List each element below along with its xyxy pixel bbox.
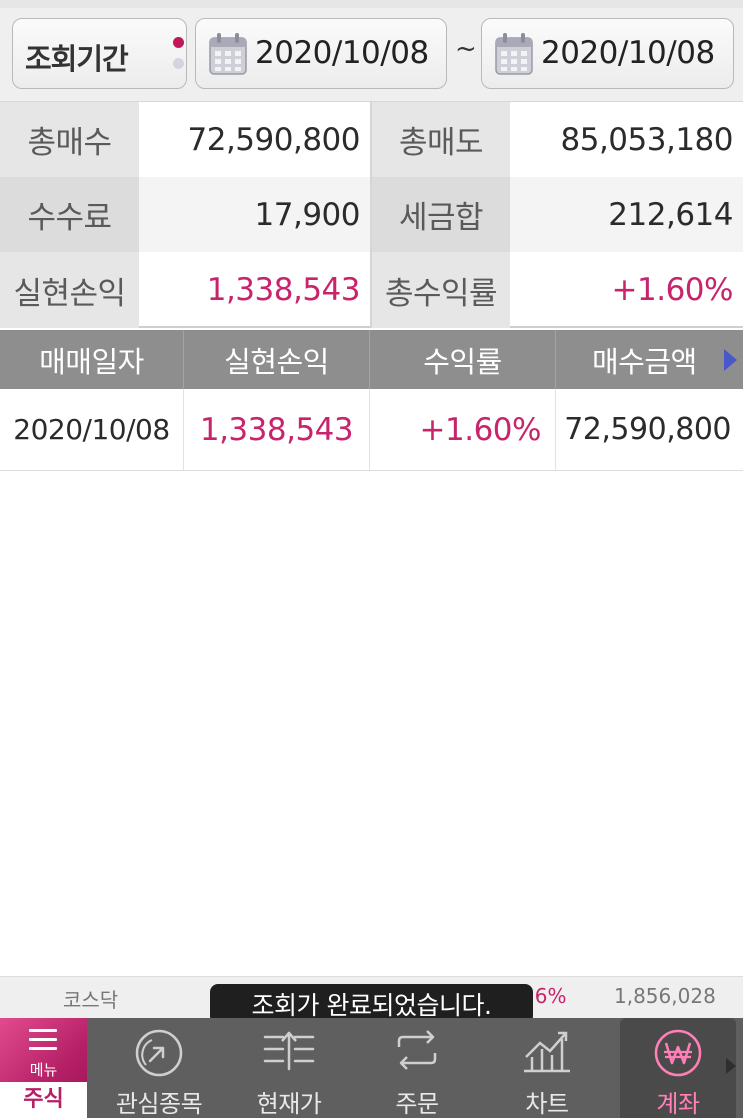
calendar-icon [209, 33, 247, 75]
period-indicator-active [173, 37, 184, 48]
nav-account-label: 계좌 [656, 1090, 700, 1118]
from-date-button[interactable]: 2020/10/08 [195, 18, 447, 89]
cell-trade-date: 2020/10/08 [0, 389, 184, 470]
nav-account[interactable]: 계좌 [620, 1018, 736, 1118]
stock-tab[interactable]: 주식 [0, 1082, 87, 1118]
order-icon [397, 1030, 437, 1070]
total-buy-label: 총매수 [0, 102, 139, 177]
nav-chart[interactable]: 차트 [482, 1018, 612, 1118]
top-divider [0, 0, 743, 8]
nav-watchlist-label: 관심종목 [115, 1090, 203, 1118]
total-return-value: +1.60% [611, 272, 734, 308]
calendar-icon [495, 33, 533, 75]
summary-table: 총매수 72,590,800 총매도 85,053,180 수수료 17,900… [0, 102, 743, 328]
cell-buy-amount: 72,590,800 [564, 412, 731, 447]
chart-icon [524, 1031, 570, 1073]
tax-value: 212,614 [608, 196, 733, 233]
nav-order-label: 주문 [395, 1090, 439, 1118]
header-return[interactable]: 수익률 [370, 330, 556, 389]
watchlist-icon [135, 1029, 183, 1077]
nav-current-price[interactable]: 현재가 [224, 1018, 354, 1118]
period-bar: 조회기간 2020/10/08 ~ 2020/10/08 [0, 0, 743, 102]
realized-pl-value: 1,338,543 [206, 272, 361, 308]
won-icon [654, 1029, 702, 1077]
nav-chart-label: 차트 [525, 1090, 569, 1118]
nav-more-icon[interactable] [726, 1058, 736, 1074]
nav-watchlist[interactable]: 관심종목 [94, 1018, 224, 1118]
to-date-button[interactable]: 2020/10/08 [481, 18, 734, 89]
table-row[interactable]: 2020/10/08 1,338,543 +1.60% 72,590,800 [0, 389, 743, 471]
total-sell-value: 85,053,180 [560, 121, 734, 158]
column-divider [370, 102, 372, 328]
header-buy-amount-label: 매수금액 [592, 344, 697, 379]
total-return-label: 총수익률 [372, 252, 510, 328]
scroll-right-icon[interactable] [724, 349, 737, 371]
menu-button[interactable]: 메뉴 주식 [0, 1018, 87, 1118]
fee-label: 수수료 [0, 177, 139, 252]
header-buy-amount[interactable]: 매수금액 [556, 330, 743, 389]
fee-value: 17,900 [254, 196, 361, 233]
realized-pl-label: 실현손익 [0, 252, 139, 328]
date-range-separator: ~ [455, 34, 477, 64]
period-indicator-inactive [173, 58, 184, 69]
total-sell-label: 총매도 [372, 102, 510, 177]
tax-label: 세금합 [372, 177, 510, 252]
menu-icon [29, 1029, 57, 1051]
total-buy-value: 72,590,800 [187, 121, 361, 158]
period-label: 조회기간 [25, 42, 129, 76]
table-header: 매매일자 실현손익 수익률 매수금액 [0, 330, 743, 389]
cell-return: +1.60% [370, 389, 556, 470]
nav-order[interactable]: 주문 [352, 1018, 482, 1118]
menu-label: 메뉴 [29, 1061, 58, 1079]
to-date-value: 2020/10/08 [541, 35, 715, 71]
header-trade-date[interactable]: 매매일자 [0, 330, 184, 389]
nav-current-price-label: 현재가 [256, 1090, 322, 1118]
period-select-button[interactable]: 조회기간 [12, 18, 187, 89]
bottom-nav: 메뉴 주식 관심종목 현재가 주문 차트 계좌 [0, 1018, 743, 1118]
cell-realized-pl: 1,338,543 [184, 389, 370, 470]
from-date-value: 2020/10/08 [255, 35, 429, 71]
header-realized-pl[interactable]: 실현손익 [184, 330, 370, 389]
price-icon [263, 1031, 315, 1071]
ticker-volume: 1,856,028 [614, 984, 716, 1008]
ticker-market-name: 코스닥 [63, 988, 119, 1012]
